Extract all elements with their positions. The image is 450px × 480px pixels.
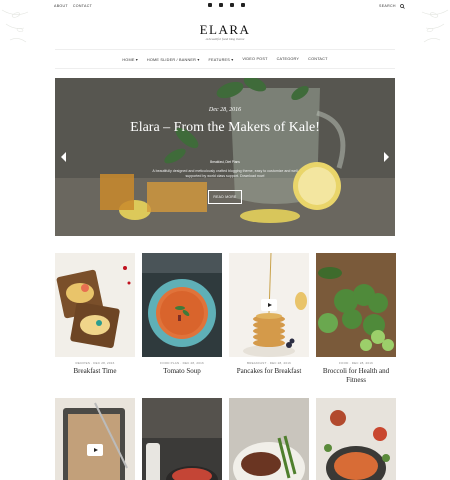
twitter-icon[interactable] (219, 2, 223, 7)
slide-date: Dec 28, 2016 (208, 107, 242, 113)
slide-description: A beautifully designed and meticulously … (152, 169, 298, 179)
main-nav: HOME ▾ HOME SLIDER / BANNER ▾ FEATURES ▾… (55, 49, 395, 69)
post-meta: FOOD · DEC 28, 2016 (339, 361, 373, 365)
top-bar: ABOUT CONTACT SEARCH (0, 0, 450, 12)
play-icon[interactable] (87, 444, 103, 456)
nav-item-features[interactable]: FEATURES ▾ (208, 57, 233, 62)
nav-item-home-slider[interactable]: HOME SLIDER / BANNER ▾ (147, 57, 200, 62)
youtube-icon[interactable] (230, 2, 234, 7)
nav-item-home[interactable]: HOME ▾ (122, 57, 138, 62)
post-title[interactable]: Broccoli for Health and Fitness (316, 367, 396, 385)
post-thumbnail[interactable] (55, 253, 135, 357)
instagram-icon[interactable] (241, 2, 245, 7)
nav-item-video-post[interactable]: VIDEO POST (242, 57, 267, 61)
post-thumbnail[interactable] (316, 398, 396, 480)
post-title[interactable]: Tomato Soup (142, 367, 222, 376)
chevron-left-icon[interactable] (60, 152, 68, 162)
featured-slider: Dec 28, 2016 Elara – From the Makers of … (55, 78, 395, 236)
slider-image (55, 78, 395, 236)
post-meta: BREAKFAST · DEC 28, 2016 (247, 361, 291, 365)
site-logo[interactable]: ELARA (0, 22, 450, 38)
post-title[interactable]: Pancakes for Breakfast (229, 367, 309, 376)
nav-item-contact[interactable]: CONTACT (308, 57, 327, 61)
site-tagline: A beautiful food blog theme (205, 37, 245, 41)
post-meta: RECIPES · DEC 28, 2016 (75, 361, 115, 365)
post-title[interactable]: Breakfast Time (55, 367, 135, 376)
post-thumbnail[interactable] (55, 398, 135, 480)
contact-link[interactable]: CONTACT (73, 4, 92, 8)
slide-category[interactable]: Breakfast, Diet Plans (55, 160, 395, 164)
chevron-right-icon[interactable] (382, 152, 390, 162)
post-meta: FOOD PLAN · DEC 28, 2016 (160, 361, 204, 365)
post-thumbnail[interactable] (316, 253, 396, 357)
social-icons (208, 2, 245, 7)
post-thumbnail[interactable] (142, 398, 222, 480)
play-icon[interactable] (261, 299, 277, 311)
facebook-icon[interactable] (208, 2, 212, 7)
nav-item-category[interactable]: CATEGORY (277, 57, 300, 61)
read-more-button[interactable]: READ MORE (208, 190, 242, 204)
post-thumbnail[interactable] (229, 398, 309, 480)
slide-title[interactable]: Elara – From the Makers of Kale! (55, 118, 395, 138)
post-thumbnail[interactable] (142, 253, 222, 357)
